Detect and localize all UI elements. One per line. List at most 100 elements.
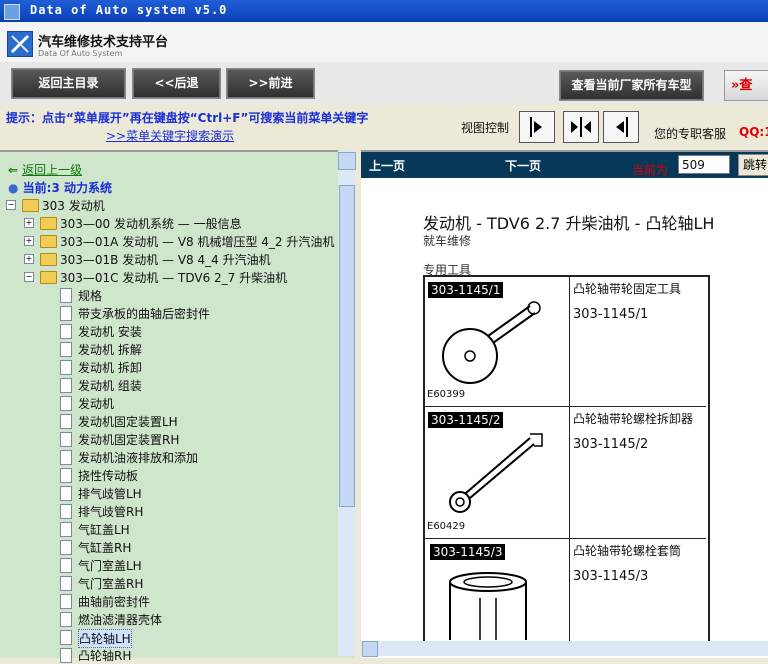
- tree-leaf-label: 发动机 拆解: [78, 343, 142, 357]
- expand-icon[interactable]: +: [24, 254, 34, 264]
- prev-page-button[interactable]: 上一页: [369, 157, 405, 174]
- arrow-left-bar-icon: [616, 117, 628, 137]
- search-partial-label: 查: [739, 78, 753, 93]
- tree-leaf[interactable]: 气缸盖LH: [58, 520, 328, 538]
- tree-leaf-label: 发动机 安装: [78, 325, 142, 339]
- tree-leaf[interactable]: 凸轮轴RH: [58, 646, 328, 664]
- tree-leaf[interactable]: 气缸盖RH: [58, 538, 328, 556]
- scroll-up-arrow-icon[interactable]: [338, 152, 356, 170]
- scroll-left-arrow-icon[interactable]: [362, 641, 378, 657]
- view-split-button[interactable]: [563, 111, 599, 143]
- document-icon: [60, 432, 72, 447]
- tree-leaf-label: 规格: [78, 289, 103, 303]
- view-expand-right-button[interactable]: [519, 111, 555, 143]
- tree-leaf[interactable]: 气门室盖RH: [58, 574, 328, 592]
- document-horizontal-scrollbar[interactable]: [361, 641, 768, 657]
- table-divider: [569, 276, 570, 646]
- service-qq[interactable]: QQ:1: [739, 125, 768, 139]
- person-icon: ●: [8, 181, 19, 195]
- tree-leaf[interactable]: 发动机 组装: [58, 376, 328, 394]
- tree-node-label: 303 发动机: [42, 199, 105, 213]
- folder-icon: [40, 217, 57, 230]
- tree-node-303-01b[interactable]: + 303—01B 发动机 — V8 4_4 升汽油机: [24, 250, 344, 268]
- tree-leaf[interactable]: 发动机固定装置LH: [58, 412, 328, 430]
- tree-leaf[interactable]: 发动机固定装置RH: [58, 430, 328, 448]
- tree-leaf-label: 燃油滤清器壳体: [78, 613, 163, 627]
- app-window-icon: [4, 4, 20, 20]
- tree-leaf[interactable]: 排气歧管LH: [58, 484, 328, 502]
- cam-pulley-holding-tool-drawing: [442, 301, 541, 384]
- tree-leaf[interactable]: 排气歧管RH: [58, 502, 328, 520]
- back-button[interactable]: <<后退: [132, 68, 221, 99]
- go-up-link[interactable]: ⇐ 返回上一级: [8, 161, 82, 178]
- cam-bolt-socket-drawing: [449, 572, 527, 640]
- tree-node-303-01c[interactable]: − 303—01C 发动机 — TDV6 2_7 升柴油机: [24, 268, 344, 286]
- forward-button[interactable]: >>前进: [226, 68, 315, 99]
- tree-leaf-label: 气缸盖RH: [78, 541, 132, 555]
- tree-leaf-label: 发动机固定装置RH: [78, 433, 180, 447]
- tool-number: 303-1145/1: [573, 307, 649, 322]
- view-expand-left-button[interactable]: [603, 111, 639, 143]
- tool-number: 303-1145/3: [573, 569, 649, 584]
- table-divider: [424, 406, 706, 407]
- tree-leaf[interactable]: 规格: [58, 286, 328, 304]
- jump-button[interactable]: 跳转: [738, 154, 768, 176]
- current-section-label: 当前:3 动力系统: [22, 181, 112, 195]
- folder-icon: [40, 235, 57, 248]
- document-icon: [60, 306, 72, 321]
- current-page-label: 当前为: [632, 163, 669, 177]
- collapse-icon[interactable]: −: [6, 200, 16, 210]
- window-title-bar: Data of Auto system v5.0: [0, 0, 768, 22]
- tree-leaf[interactable]: 发动机油液排放和添加: [58, 448, 328, 466]
- tree-leaf[interactable]: 带支承板的曲轴后密封件: [58, 304, 328, 322]
- tree-leaf[interactable]: 发动机 拆解: [58, 340, 328, 358]
- document-icon: [60, 468, 72, 483]
- folder-open-icon: [22, 199, 39, 212]
- keyword-search-demo-link[interactable]: >>菜单关键字搜索演示: [106, 127, 234, 144]
- document-icon: [60, 630, 72, 645]
- document-icon: [60, 414, 72, 429]
- tree-node-303-01a[interactable]: + 303—01A 发动机 — V8 机械增压型 4_2 升汽油机: [24, 232, 344, 250]
- tree-node-303-00[interactable]: + 303—00 发动机系统 — 一般信息: [24, 214, 344, 232]
- tree-leaf[interactable]: 气门室盖LH: [58, 556, 328, 574]
- document-icon: [60, 288, 72, 303]
- tree-leaf-label: 挠性传动板: [78, 469, 139, 483]
- window-title: Data of Auto system v5.0: [30, 3, 228, 17]
- tree-leaf-label: 发动机油液排放和添加: [78, 451, 199, 465]
- document-icon: [60, 612, 72, 627]
- document-icon: [60, 378, 72, 393]
- tree-leaf[interactable]: 发动机 安装: [58, 322, 328, 340]
- main-menu-button[interactable]: 返回主目录: [11, 68, 126, 99]
- tree-node-303[interactable]: − 303 发动机: [6, 196, 336, 214]
- tree-leaf-label: 发动机固定装置LH: [78, 415, 178, 429]
- expand-icon[interactable]: +: [24, 236, 34, 246]
- tree-node-label: 303—00 发动机系统 — 一般信息: [60, 217, 242, 231]
- tree-leaf[interactable]: 发动机 拆卸: [58, 358, 328, 376]
- tree-leaf-label: 发动机 组装: [78, 379, 142, 393]
- app-header: 汽车维修技术支持平台 Data Of Auto System: [0, 22, 768, 63]
- view-all-models-button[interactable]: 查看当前厂家所有车型: [559, 70, 704, 101]
- current-page-input[interactable]: 509: [678, 155, 730, 174]
- tree-leaf[interactable]: 挠性传动板: [58, 466, 328, 484]
- app-subtitle: Data Of Auto System: [38, 49, 123, 58]
- tree-leaf[interactable]: 曲轴前密封件: [58, 592, 328, 610]
- tree-leaf-selected[interactable]: 凸轮轴LH: [58, 628, 328, 648]
- go-up-label: 返回上一级: [22, 163, 83, 177]
- tool-code-tag: 303-1145/2: [428, 412, 504, 428]
- table-divider: [424, 538, 706, 539]
- document-icon: [60, 396, 72, 411]
- tree-node-label: 303—01A 发动机 — V8 机械增压型 4_2 升汽油机: [60, 235, 335, 249]
- tree-leaf-label: 带支承板的曲轴后密封件: [78, 307, 211, 321]
- next-page-button[interactable]: 下一页: [505, 157, 541, 174]
- document-title: 发动机 - TDV6 2.7 升柴油机 - 凸轮轴LH: [423, 214, 715, 233]
- expand-icon[interactable]: +: [24, 218, 34, 228]
- collapse-icon[interactable]: −: [24, 272, 34, 282]
- tree-leaf-label: 曲轴前密封件: [78, 595, 151, 609]
- cam-bolt-remover-drawing: [449, 433, 543, 513]
- split-arrows-icon: [571, 117, 591, 137]
- tree-leaf[interactable]: 燃油滤清器壳体: [58, 610, 328, 628]
- search-partial-button[interactable]: »查: [724, 70, 768, 101]
- tree-node-label: 303—01C 发动机 — TDV6 2_7 升柴油机: [60, 271, 288, 285]
- tree-leaf[interactable]: 发动机: [58, 394, 328, 412]
- tool-code-tag: 303-1145/1: [428, 282, 504, 298]
